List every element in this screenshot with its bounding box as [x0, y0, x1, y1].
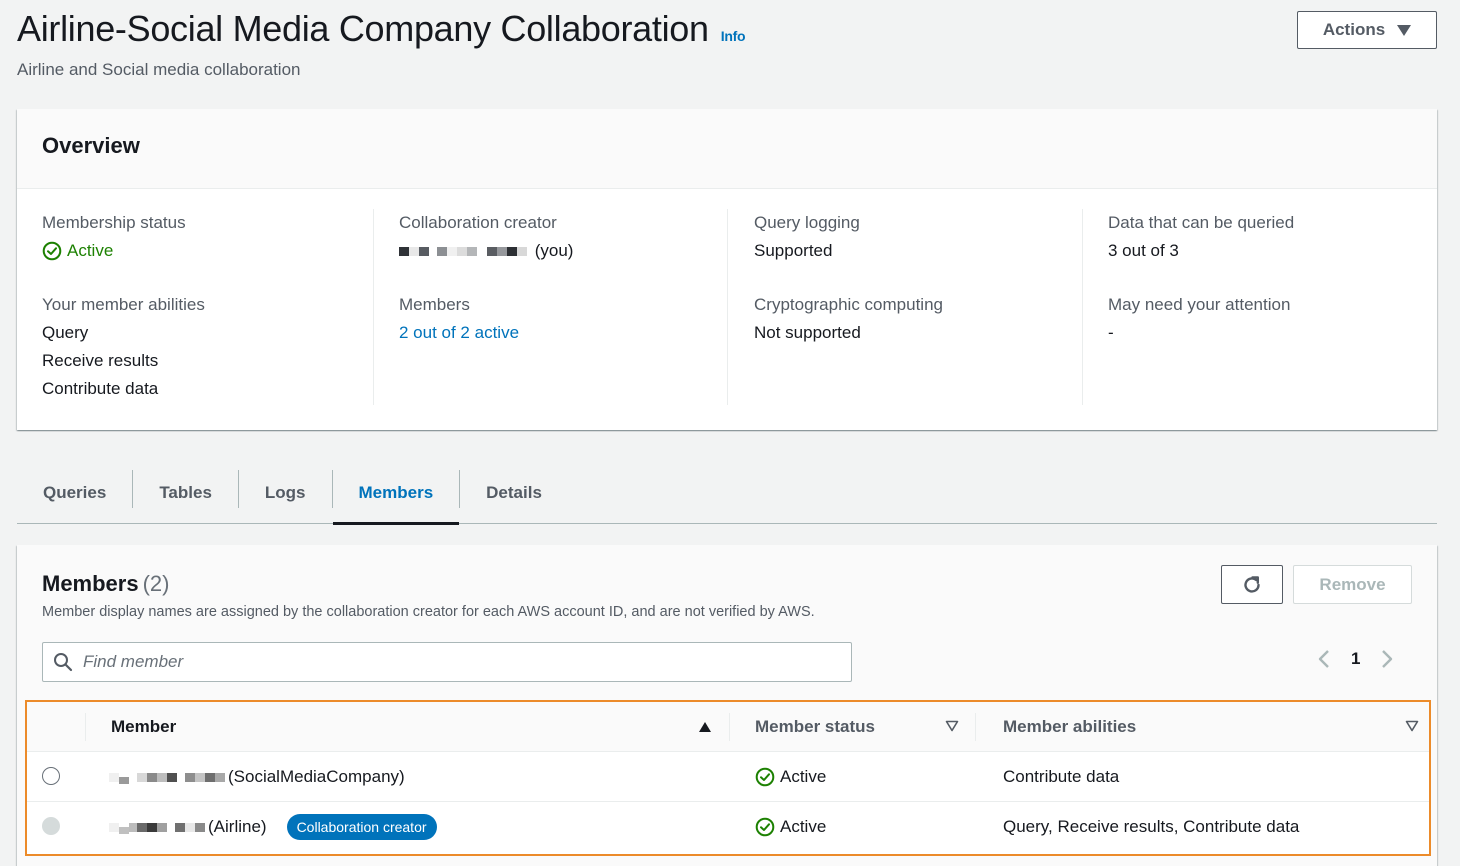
members-title: Members (2): [42, 571, 169, 597]
info-link[interactable]: Info: [721, 28, 746, 44]
redacted-name: [109, 768, 225, 786]
ability-item: Contribute data: [42, 379, 159, 398]
members-count: (2): [142, 571, 170, 596]
overview-column-2: Collaboration creator (you) Members 2 ou…: [373, 209, 727, 405]
collaboration-creator-label: Collaboration creator: [399, 213, 557, 232]
attention-value: -: [1108, 323, 1114, 342]
actions-label: Actions: [1322, 20, 1386, 39]
cryptographic-computing-value: Not supported: [754, 323, 861, 342]
members-panel: Members (2) Member display names are assi…: [17, 545, 1437, 866]
cryptographic-computing-label: Cryptographic computing: [754, 295, 943, 314]
status-text: Active: [67, 241, 114, 260]
members-count-link[interactable]: 2 out of 2 active: [399, 319, 727, 347]
check-circle-icon: [755, 817, 775, 837]
collaboration-creator-badge: Collaboration creator: [286, 814, 437, 840]
sort-icon[interactable]: [945, 720, 959, 732]
find-member-input[interactable]: [73, 652, 851, 672]
tab-details[interactable]: Details: [460, 462, 568, 524]
query-logging-label: Query logging: [754, 213, 860, 232]
current-page[interactable]: 1: [1351, 649, 1360, 669]
overview-panel: Overview Membership status Active Your m…: [17, 109, 1437, 430]
refresh-icon: [1244, 575, 1260, 593]
chevron-left-icon[interactable]: [1317, 648, 1331, 670]
chevron-right-icon[interactable]: [1380, 648, 1394, 670]
redacted-name: [109, 818, 205, 836]
page-title: Airline-Social Media Company Collaborati…: [17, 8, 746, 50]
membership-status-value: Active: [42, 237, 372, 265]
tab-logs[interactable]: Logs: [239, 462, 332, 524]
table-header: Member Member status Member abilities: [27, 702, 1429, 752]
overview-column-1: Membership status Active Your member abi…: [42, 209, 372, 405]
row-select-radio[interactable]: [42, 767, 60, 785]
member-abilities-cell: Contribute data: [1003, 767, 1120, 786]
member-abilities-label: Your member abilities: [42, 295, 205, 314]
column-header-member-abilities[interactable]: Member abilities: [1003, 702, 1136, 752]
caret-down-icon: [1397, 24, 1412, 36]
tab-queries[interactable]: Queries: [17, 462, 132, 524]
column-header-member[interactable]: Member: [111, 702, 176, 752]
pagination: 1: [1317, 648, 1394, 670]
page-title-text: Airline-Social Media Company Collaborati…: [17, 8, 709, 49]
status-text: Active: [780, 767, 827, 786]
member-name: (SocialMediaCompany): [228, 767, 405, 786]
member-cell: (Airline) Collaboration creator: [109, 802, 437, 852]
attention-label: May need your attention: [1108, 295, 1291, 314]
member-name: (Airline): [208, 817, 267, 836]
member-abilities-cell: Query, Receive results, Contribute data: [1003, 817, 1300, 836]
members-description: Member display names are assigned by the…: [42, 604, 815, 620]
column-divider: [975, 713, 976, 741]
column-divider: [85, 713, 86, 741]
members-table: Member Member status Member abilities (S…: [25, 700, 1431, 856]
sort-icon[interactable]: [1405, 720, 1419, 732]
query-logging-value: Supported: [754, 241, 833, 260]
find-member-search[interactable]: [42, 642, 852, 682]
tab-members[interactable]: Members: [332, 462, 460, 525]
tab-tables[interactable]: Tables: [133, 462, 238, 524]
sort-ascending-icon[interactable]: [699, 722, 711, 732]
tab-bar: Queries Tables Logs Members Details: [17, 462, 1437, 525]
creator-suffix: (you): [534, 241, 574, 260]
page-subtitle: Airline and Social media collaboration: [17, 60, 301, 79]
ability-item: Query: [42, 323, 89, 342]
table-row[interactable]: (Airline) Collaboration creator Active Q…: [27, 802, 1429, 852]
check-circle-icon: [42, 241, 62, 261]
table-row[interactable]: (SocialMediaCompany) Active Contribute d…: [27, 752, 1429, 802]
overview-header: Overview: [17, 109, 1437, 189]
actions-button[interactable]: Actions: [1297, 11, 1437, 49]
check-circle-icon: [755, 767, 775, 787]
column-divider: [729, 713, 730, 741]
overview-title: Overview: [42, 133, 140, 158]
status-text: Active: [780, 817, 827, 836]
redacted-name: [399, 243, 527, 261]
member-status-cell: Active: [755, 802, 826, 852]
data-queryable-value: 3 out of 3: [1108, 241, 1179, 260]
overview-column-4: Data that can be queried 3 out of 3 May …: [1082, 209, 1412, 405]
member-status-cell: Active: [755, 752, 826, 802]
members-title-text: Members: [42, 571, 139, 596]
data-queryable-label: Data that can be queried: [1108, 213, 1295, 232]
row-select-radio-disabled: [42, 817, 60, 835]
search-icon: [54, 653, 73, 672]
members-label: Members: [399, 295, 470, 314]
overview-column-3: Query logging Supported Cryptographic co…: [727, 209, 1082, 405]
ability-item: Receive results: [42, 351, 159, 370]
refresh-button[interactable]: [1221, 565, 1283, 604]
membership-status-label: Membership status: [42, 213, 186, 232]
column-header-member-status[interactable]: Member status: [755, 702, 875, 752]
member-cell: (SocialMediaCompany): [109, 752, 405, 802]
collaboration-creator-value: (you): [399, 237, 727, 265]
remove-button[interactable]: Remove: [1293, 565, 1412, 604]
